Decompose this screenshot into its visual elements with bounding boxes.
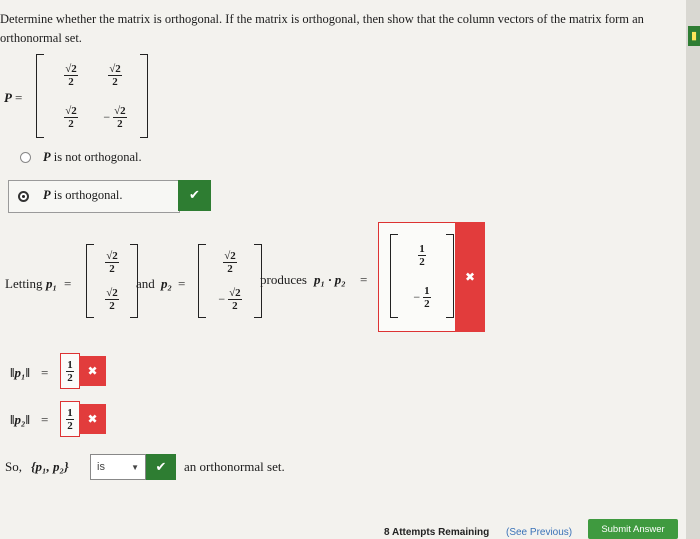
dropdown-value: is [97, 461, 105, 473]
radio-not-orthogonal[interactable] [20, 152, 31, 163]
wrong-x-icon: ✖ [455, 222, 485, 332]
option-not-orthogonal[interactable]: P is not orthogonal. [43, 150, 142, 165]
matrix-equals: = [15, 90, 23, 105]
wrong-x-icon: ✖ [79, 356, 106, 386]
p1-equals: = [64, 276, 72, 291]
matrix-cell-12: √2 2 [108, 62, 122, 88]
p2-label: p₂ [161, 276, 173, 291]
vector-p2: √2 2 − √2 2 [198, 244, 262, 318]
correct-check-icon: ✔ [178, 180, 211, 211]
radio-orthogonal[interactable] [18, 191, 29, 202]
dot-product-answer-matrix[interactable]: 12 −1 2 [390, 234, 454, 318]
matrix-cell-11: √2 2 [64, 62, 78, 88]
answer-entry-1[interactable]: 12 [418, 243, 426, 268]
dot-product-expr: p₁ · p₂ [314, 272, 346, 287]
norm-p1-label: ‖p₁‖ [10, 365, 31, 380]
attempts-remaining: 8 Attempts Remaining [384, 527, 490, 538]
conclusion-text: an orthonormal set. [184, 459, 285, 474]
correct-check-icon: ✔ [146, 454, 176, 480]
wrong-x-icon: ✖ [79, 404, 106, 434]
norm-p1-input[interactable]: 12 [60, 353, 80, 389]
dot-product-equals: = [360, 272, 368, 287]
p2-equals: = [178, 276, 186, 291]
right-edge [686, 0, 700, 539]
left-bracket [36, 54, 44, 138]
right-bracket [140, 54, 148, 138]
norm-p2-equals: = [41, 412, 49, 427]
answer-entry-2[interactable]: −1 2 [413, 285, 431, 310]
set-expr: {p₁, p₂} [31, 459, 69, 474]
matrix-p: √2 2 √2 2 √2 2 − √2 2 [36, 54, 148, 138]
norm-p1-equals: = [41, 365, 49, 380]
norm-p2-label: ‖p₂‖ [10, 412, 31, 427]
p2-entry-2: − √2 2 [218, 287, 242, 312]
matrix-cell-22: − √2 2 [103, 104, 127, 130]
is-dropdown[interactable]: is ▼ [90, 454, 146, 480]
norm-p2-input[interactable]: 12 [60, 401, 80, 437]
submit-answer-button[interactable]: Submit Answer [588, 519, 678, 539]
matrix-label: P [4, 90, 12, 105]
and-text: and [136, 276, 155, 291]
option-orthogonal[interactable]: P is orthogonal. [43, 188, 123, 203]
matrix-cell-21: √2 2 [64, 104, 78, 130]
so-text: So, [5, 459, 22, 474]
question-text: Determine whether the matrix is orthogon… [0, 12, 644, 45]
p1-label: p₁ [46, 276, 58, 291]
chevron-down-icon: ▼ [131, 462, 139, 472]
side-tab-icon: ▮ [688, 26, 700, 46]
produces-text: produces [260, 272, 307, 287]
letting-text: Letting [5, 276, 43, 291]
vector-p1: √2 2 √2 2 [86, 244, 138, 318]
p1-entry-2: √2 2 [105, 287, 119, 312]
question-page: Determine whether the matrix is orthogon… [0, 0, 686, 539]
p2-entry-1: √2 2 [223, 250, 237, 275]
see-previous-link[interactable]: (See Previous) [506, 527, 572, 538]
p1-entry-1: √2 2 [105, 250, 119, 275]
